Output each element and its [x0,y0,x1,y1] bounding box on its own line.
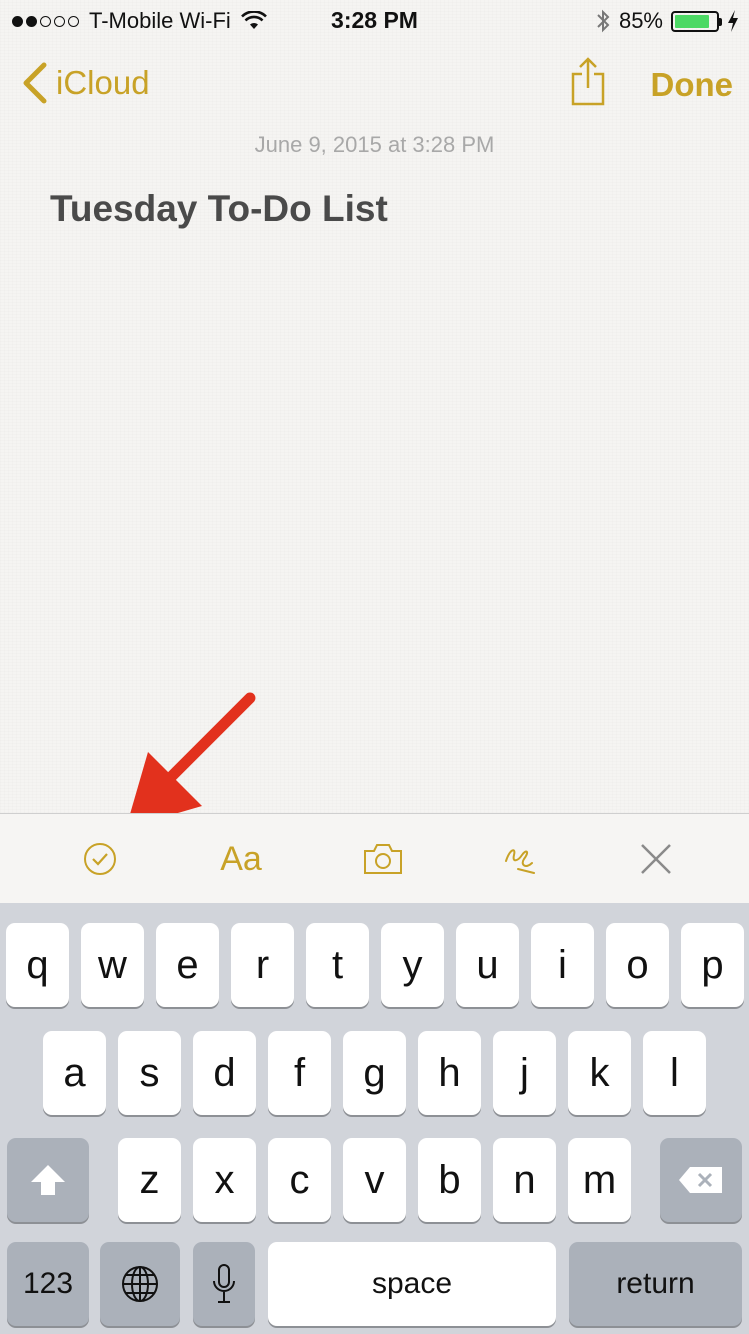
key-r[interactable]: r [231,923,294,1007]
globe-key[interactable] [100,1242,180,1326]
key-z[interactable]: z [118,1138,181,1222]
format-button[interactable]: Aa [211,834,271,884]
navigation-bar: iCloud Done [0,52,749,116]
back-button-label: iCloud [56,64,150,101]
chevron-left-icon [23,62,47,104]
key-n[interactable]: n [493,1138,556,1222]
note-title[interactable]: Tuesday To-Do List [50,188,388,230]
dictation-key[interactable] [193,1242,255,1326]
key-q[interactable]: q [6,923,69,1007]
checklist-button[interactable] [70,834,130,884]
sketch-button[interactable] [490,834,550,884]
formatting-toolbar: Aa [0,813,749,903]
back-button[interactable]: iCloud [20,62,150,104]
globe-icon [122,1266,158,1302]
key-p[interactable]: p [681,923,744,1007]
status-bar: T-Mobile Wi-Fi 3:28 PM 85% [0,0,749,40]
key-k[interactable]: k [568,1031,631,1115]
note-date: June 9, 2015 at 3:28 PM [254,132,495,157]
key-m[interactable]: m [568,1138,631,1222]
close-toolbar-button[interactable] [626,834,686,884]
key-s[interactable]: s [118,1031,181,1115]
shift-icon [31,1165,65,1195]
battery-level [675,14,709,28]
format-icon: Aa [220,839,262,878]
key-h[interactable]: h [418,1031,481,1115]
close-icon [641,844,671,874]
key-l[interactable]: l [643,1031,706,1115]
key-d[interactable]: d [193,1031,256,1115]
key-w[interactable]: w [81,923,144,1007]
done-button[interactable]: Done [651,66,734,104]
charging-icon [728,10,738,32]
microphone-icon [213,1264,235,1303]
key-t[interactable]: t [306,923,369,1007]
key-b[interactable]: b [418,1138,481,1222]
delete-key[interactable] [660,1138,742,1222]
key-y[interactable]: y [381,923,444,1007]
key-j[interactable]: j [493,1031,556,1115]
key-x[interactable]: x [193,1138,256,1222]
status-right: 85% [595,8,739,34]
key-v[interactable]: v [343,1138,406,1222]
shift-key[interactable] [7,1138,89,1222]
camera-icon [364,844,402,874]
battery-icon [671,10,722,32]
return-key[interactable]: return [569,1242,742,1326]
key-i[interactable]: i [531,923,594,1007]
checklist-icon [84,843,116,875]
key-o[interactable]: o [606,923,669,1007]
key-f[interactable]: f [268,1031,331,1115]
bluetooth-icon [597,9,610,33]
sketch-icon [505,849,535,874]
numbers-key[interactable]: 123 [7,1242,89,1326]
keyboard: qwertyuiop asdfghjkl zxcvbnm 123 space r… [0,903,749,1334]
battery-percent: 85% [618,8,663,33]
share-icon[interactable] [568,56,608,106]
key-e[interactable]: e [156,923,219,1007]
camera-button[interactable] [353,834,413,884]
key-a[interactable]: a [43,1031,106,1115]
key-c[interactable]: c [268,1138,331,1222]
key-g[interactable]: g [343,1031,406,1115]
space-key[interactable]: space [268,1242,556,1326]
key-u[interactable]: u [456,923,519,1007]
backspace-icon [679,1167,722,1193]
